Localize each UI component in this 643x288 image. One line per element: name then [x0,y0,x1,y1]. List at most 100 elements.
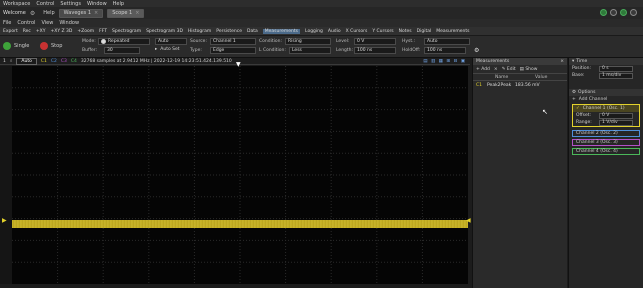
channel-4-header[interactable]: Channel 4 (Osc. 4) [572,148,640,155]
range-label: Range: [576,120,592,125]
level-field[interactable]: 0 V [354,38,396,45]
measurement-value: 183.56 mV [515,82,540,88]
close-icon[interactable]: × [560,59,564,64]
channel-1-settings: ✓ Channel 1 (Osc. 1) Offset: 0 V Range: … [572,104,640,127]
measurement-row[interactable]: C1 Peak2Peak 183.56 mV [473,81,567,89]
welcome-tab[interactable]: Welcome [3,10,26,16]
channel-1-offset-marker[interactable]: ▶ [2,217,7,224]
options-title: Options [578,90,596,95]
auto-value: Auto [158,39,169,44]
channel-c3[interactable]: C3 [61,59,67,64]
toolbar-fft[interactable]: FFT [99,29,107,34]
toolbar-data[interactable]: Data [247,29,258,34]
type-select[interactable]: Edge [210,47,256,54]
menu-file[interactable]: File [3,20,11,26]
toolbar-zoom[interactable]: +Zoom [77,29,94,34]
trigger-mode-badge[interactable]: Auto [16,57,37,65]
help-tab[interactable]: Help [43,10,54,16]
menu-help[interactable]: Help [113,1,124,7]
device-menu-icon[interactable] [630,9,637,16]
channel-2-header[interactable]: Channel 2 (Osc. 2) [572,130,640,137]
channel-1-header[interactable]: ✓ Channel 1 (Osc. 1) [573,105,639,112]
toolbar-spectrogram-3d[interactable]: Spectrogram 3D [146,29,183,34]
menu-control[interactable]: Control [36,1,54,7]
offset-row: Offset: 0 V [573,112,639,119]
length-value: 100 ns [357,48,373,53]
zoom-icon[interactable]: ⌕ [10,58,13,64]
toolbar-xyz3d[interactable]: +XY Z 3D [51,29,73,34]
add-label: Add [481,66,490,72]
type-value: Edge [213,48,225,53]
instrument-menubar: File Control View Window [0,19,643,27]
toolbar-persistence[interactable]: Persistence [216,29,242,34]
options-section-header[interactable]: ⚙ Options [569,89,643,96]
add-measurement-button[interactable]: + Add [476,67,490,72]
offset-value: 0 V [602,113,610,118]
condition-select[interactable]: Rising [285,38,331,45]
stop-button[interactable]: Stop [40,42,62,50]
toolbar-x-cursors[interactable]: X Cursors [346,29,368,34]
remove-icon[interactable]: × [494,67,498,72]
buffer-field[interactable]: 30 [104,47,140,54]
gear-icon[interactable]: ⚙ [30,10,35,17]
toolbar-audio[interactable]: Audio [328,29,341,34]
channel-c1[interactable]: C1 [41,59,47,64]
menu-window[interactable]: Window [87,1,107,7]
toolbar-logging[interactable]: Logging [305,29,323,34]
device-connect-icon[interactable] [620,9,627,16]
trigger-position-marker[interactable]: ▼ [236,61,241,68]
close-icon[interactable]: × [94,10,98,16]
show-measurement-button[interactable]: ▤ Show [520,67,538,72]
channel-4-label: Channel 4 (Osc. 4) [576,149,618,154]
single-button[interactable]: Single [3,42,29,50]
add-channel-button[interactable]: + Add Channel [569,96,643,103]
edit-label: Edit [506,66,516,72]
source-select[interactable]: Channel 1 [210,38,256,45]
menu-window-2[interactable]: Window [59,20,79,26]
toolbar-notes[interactable]: Notes [399,29,412,34]
time-section-header[interactable]: ▾ Time [569,58,643,65]
menu-workspace[interactable]: Workspace [3,1,30,7]
toolbar-export[interactable]: Export [3,29,18,34]
settings-icon[interactable]: ⚙ [474,47,479,54]
base-field[interactable]: 1 ms/div [599,72,633,79]
position-label: Position: [572,66,592,71]
lcondition-select[interactable]: Less [289,47,331,54]
hyst-select[interactable]: Auto [424,38,470,45]
holdoff-field[interactable]: 100 ns [424,47,466,54]
device-settings-icon[interactable] [610,9,617,16]
acquisition-controls: Single Stop Mode: Repeated Buffer: 30 Au… [0,36,643,58]
tab-scope-label: Scope 1 [112,10,133,16]
toolbar-y-cursors[interactable]: Y Cursors [372,29,393,34]
trigger-level-marker[interactable]: ◀ [466,217,471,224]
auto-select[interactable]: Auto [155,38,187,45]
tab-scope[interactable]: Scope 1 × [107,8,145,18]
toolbar-digital[interactable]: Digital [417,29,432,34]
range-field[interactable]: 1 V/div [599,119,633,126]
length-field[interactable]: 100 ns [354,47,396,54]
col-value: Value [535,74,548,80]
toolbar-measurements[interactable]: Measurements [262,28,301,34]
position-field[interactable]: 0 s [599,65,633,72]
close-icon[interactable]: × [135,10,139,16]
toolbar-xy[interactable]: +XY [36,29,46,34]
device-status-icon[interactable] [600,9,607,16]
channel-3-header[interactable]: Channel 3 (Osc. 3) [572,139,640,146]
mode-select[interactable]: Repeated [98,38,150,45]
toolbar-spectrogram[interactable]: Spectrogram [112,29,141,34]
tab-wavegen[interactable]: Waveges 1 × [58,8,104,18]
channel-c4[interactable]: C4 [71,59,77,64]
menu-settings[interactable]: Settings [60,1,81,7]
view-toolbar: Export Rec +XY +XY Z 3D +Zoom FFT Spectr… [0,27,643,36]
edit-measurement-button[interactable]: ✎ Edit [502,67,516,72]
scope-display[interactable] [12,66,468,284]
menu-control-2[interactable]: Control [17,20,35,26]
toolbar-icons[interactable]: ▤ ▥ ▦ ⊞ ⊟ ▣ [423,59,466,64]
toolbar-histogram[interactable]: Histogram [188,29,211,34]
offset-field[interactable]: 0 V [599,112,633,119]
toolbar-rec[interactable]: Rec [23,29,31,34]
toolbar-measurements-2[interactable]: Measurements [436,29,469,34]
menu-view[interactable]: View [41,20,53,26]
channel-c2[interactable]: C2 [51,59,57,64]
autoset-button[interactable]: ▸ Auto Set [155,47,180,52]
